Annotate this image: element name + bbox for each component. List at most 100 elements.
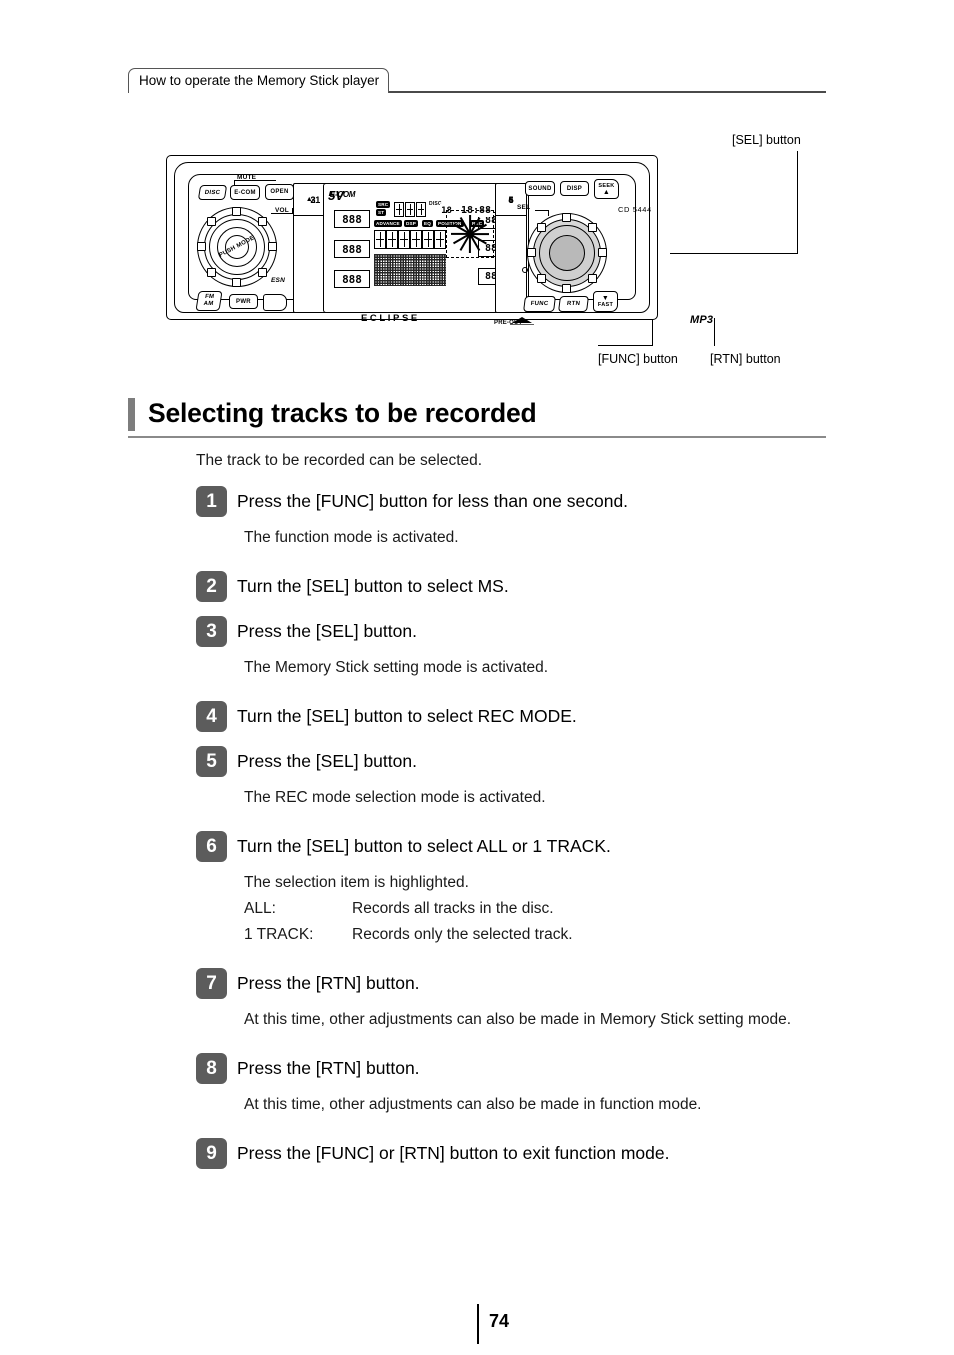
step-header: 3 Press the [SEL] button. xyxy=(196,616,828,647)
brand-label: ECLIPSE xyxy=(361,313,420,324)
step-title: Turn the [SEL] button to select REC MODE… xyxy=(237,706,577,726)
sel-knob-arrow-upright-icon xyxy=(588,223,597,232)
lcd-preset-cell-2 xyxy=(405,202,415,217)
section-heading: Selecting tracks to be recorded xyxy=(128,396,826,438)
step-item: 5 Press the [SEL] button. The REC mode s… xyxy=(196,746,828,811)
step-number-badge: 1 xyxy=(196,486,227,517)
lcd-ecom-label: E-COM xyxy=(330,190,356,199)
knob-arrow-left-icon xyxy=(197,242,206,251)
step-title: Press the [FUNC] or [RTN] button to exit… xyxy=(237,1143,670,1163)
vol-label: VOL xyxy=(275,207,289,214)
section-divider xyxy=(128,436,826,438)
unlabeled-bezel-button[interactable] xyxy=(263,294,287,311)
callout-func-button: [FUNC] button xyxy=(598,352,678,366)
fm-label: FM xyxy=(204,294,215,300)
power-button[interactable]: PWR xyxy=(229,294,258,309)
fast-down-button[interactable]: ▼ FAST xyxy=(593,291,618,312)
lcd-segment-3: 888 xyxy=(334,270,370,288)
step-title: Press the [RTN] button. xyxy=(237,973,420,993)
page-footer: 74 xyxy=(0,1304,954,1344)
step-item: 4 Turn the [SEL] button to select REC MO… xyxy=(196,701,828,732)
step-item: 8 Press the [RTN] button. At this time, … xyxy=(196,1053,828,1118)
step-body: At this time, other adjustments can also… xyxy=(244,1011,792,1028)
fast-label: FAST xyxy=(597,302,614,308)
lcd-indicator-src: SRC xyxy=(376,201,391,208)
knob-arrow-down-icon xyxy=(232,278,241,287)
lcd-char-cell-2 xyxy=(386,230,398,249)
leader-line-rtn xyxy=(714,318,715,346)
definition-value: Records all tracks in the disc. xyxy=(352,900,554,917)
step-item: 9 Press the [FUNC] or [RTN] button to ex… xyxy=(196,1138,828,1169)
mp3-logo: MP3 xyxy=(690,314,714,326)
seek-up-button[interactable]: SEEK ▲ xyxy=(594,179,619,199)
sel-label: SEL xyxy=(517,204,531,211)
leader-line-sel-horizontal xyxy=(670,253,798,254)
definition-row: ALL: Records all tracks in the disc. xyxy=(244,896,828,922)
sel-knob-arrow-down-icon xyxy=(562,284,571,293)
step-header: 8 Press the [RTN] button. xyxy=(196,1053,828,1084)
step-header: 5 Press the [SEL] button. xyxy=(196,746,828,777)
lcd-char-cell-3 xyxy=(398,230,410,249)
leader-line-func xyxy=(652,318,653,346)
lcd-preset-cell-1 xyxy=(394,202,404,217)
step-item: 1 Press the [FUNC] button for less than … xyxy=(196,486,828,551)
step-title: Turn the [SEL] button to select ALL or 1… xyxy=(237,836,611,856)
definition-row: 1 TRACK: Records only the selected track… xyxy=(244,922,828,948)
sel-knob-hub[interactable] xyxy=(549,235,585,271)
step-item: 3 Press the [SEL] button. The Memory Sti… xyxy=(196,616,828,681)
sel-knob-arrow-upleft-icon xyxy=(537,223,546,232)
step-body: The Memory Stick setting mode is activat… xyxy=(244,659,549,676)
step-title: Press the [SEL] button. xyxy=(237,621,417,641)
knob-arrow-upright-icon xyxy=(258,217,267,226)
sound-button[interactable]: SOUND xyxy=(525,181,555,196)
lcd-segment-2: 888 xyxy=(334,240,370,258)
lcd-indicator-advance: ADVANCE xyxy=(374,220,402,227)
step-body-line: The selection item is highlighted. xyxy=(244,874,469,891)
sel-marker-line xyxy=(535,210,549,216)
car-stereo-faceplate: DISC E-COM OPEN MUTE VOL PUSH MODE ESN F… xyxy=(166,155,713,326)
sel-knob-indicator-dot xyxy=(522,267,528,273)
model-label: CD 5444 xyxy=(618,205,652,214)
footer-divider xyxy=(477,1304,479,1344)
esn-label: ESN xyxy=(271,277,285,284)
knob-arrow-downleft-icon xyxy=(207,268,216,277)
lcd-segment-1: 888 xyxy=(334,210,370,228)
step-body: The selection item is highlighted. ALL: … xyxy=(244,870,828,948)
preset-button-6[interactable]: 6 xyxy=(496,184,526,216)
step-item: 6 Turn the [SEL] button to select ALL or… xyxy=(196,831,828,948)
step-header: 1 Press the [FUNC] button for less than … xyxy=(196,486,828,517)
faceplate-inner-frame: DISC E-COM OPEN MUTE VOL PUSH MODE ESN F… xyxy=(174,162,713,326)
knob-arrow-upleft-icon xyxy=(207,217,216,226)
page-number: 74 xyxy=(489,1311,510,1331)
sel-knob-arrow-downright-icon xyxy=(588,274,597,283)
step-number-badge: 2 xyxy=(196,571,227,602)
step-header: 9 Press the [FUNC] or [RTN] button to ex… xyxy=(196,1138,828,1169)
volume-knob[interactable]: PUSH MODE xyxy=(197,207,277,287)
disc-button[interactable]: DISC xyxy=(197,185,228,200)
step-header: 2 Turn the [SEL] button to select MS. xyxy=(196,571,828,602)
step-header: 6 Turn the [SEL] button to select ALL or… xyxy=(196,831,828,862)
am-label: AM xyxy=(203,301,214,307)
e-com-button[interactable]: E-COM xyxy=(230,185,260,200)
step-body: At this time, other adjustments can also… xyxy=(244,1096,702,1113)
lcd-char-cell-5 xyxy=(422,230,434,249)
sel-knob-arrow-left-icon xyxy=(527,248,536,257)
fm-am-button[interactable]: FM AM xyxy=(195,291,223,311)
leader-line-sel-vertical xyxy=(797,151,798,254)
disp-button[interactable]: DISP xyxy=(560,181,589,196)
step-number-badge: 5 xyxy=(196,746,227,777)
sel-knob[interactable] xyxy=(527,213,607,293)
header-tab-label: How to operate the Memory Stick player xyxy=(128,68,390,93)
knob-arrow-downright-icon xyxy=(258,268,267,277)
chevron-up-icon: ▲ xyxy=(602,188,611,196)
step-body: The REC mode selection mode is activated… xyxy=(244,789,546,806)
step-number-badge: 4 xyxy=(196,701,227,732)
rtn-button[interactable]: RTN xyxy=(558,296,589,312)
step-title: Press the [FUNC] button for less than on… xyxy=(237,491,629,511)
callout-sel-button: [SEL] button xyxy=(732,133,801,147)
lcd-indicator-st: ST xyxy=(376,209,387,216)
open-button[interactable]: OPEN xyxy=(265,184,294,200)
callout-rtn-button: [RTN] button xyxy=(710,352,781,366)
func-button[interactable]: FUNC xyxy=(523,296,556,312)
lcd-char-cell-6 xyxy=(434,230,446,249)
